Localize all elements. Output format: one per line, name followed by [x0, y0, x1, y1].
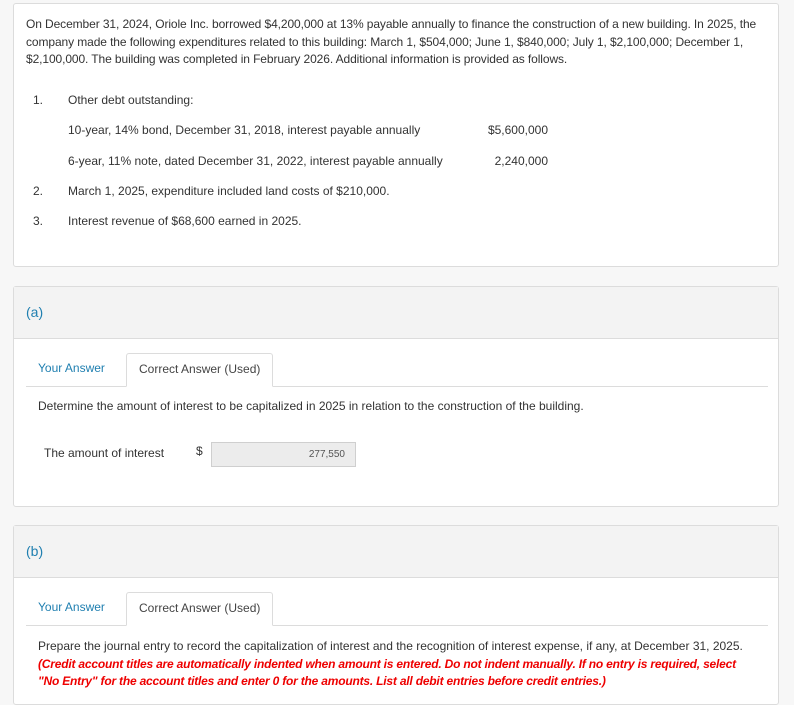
tab-your-answer[interactable]: Your Answer	[26, 353, 117, 386]
part-a-question: Determine the amount of interest to be c…	[38, 399, 584, 413]
tab-correct-answer[interactable]: Correct Answer (Used)	[126, 592, 274, 626]
item-text: Other debt outstanding:	[68, 93, 194, 107]
tab-your-answer[interactable]: Your Answer	[26, 592, 117, 625]
part-b-tabs: Your Answer Correct Answer (Used)	[26, 577, 768, 626]
part-b-header: (b)	[14, 526, 778, 578]
interest-amount-field[interactable]: 277,550	[211, 442, 356, 467]
problem-intro: On December 31, 2024, Oriole Inc. borrow…	[26, 17, 757, 66]
part-b-question-text: Prepare the journal entry to record the …	[38, 639, 743, 653]
interest-label: The amount of interest	[44, 446, 165, 460]
part-a-label: (a)	[26, 304, 44, 320]
debt-amount: $5,600,000	[487, 123, 548, 137]
debt-amount: 2,240,000	[494, 154, 548, 168]
part-a-card: (a) Your Answer Correct Answer (Used) De…	[13, 286, 779, 507]
debt-description: 10-year, 14% bond, December 31, 2018, in…	[68, 123, 421, 137]
item-text: Interest revenue of $68,600 earned in 20…	[68, 214, 302, 228]
item-number: 1.	[33, 93, 44, 107]
part-a-tabs: Your Answer Correct Answer (Used)	[26, 338, 768, 387]
debt-description: 6-year, 11% note, dated December 31, 202…	[68, 154, 443, 168]
item-number: 2.	[33, 184, 44, 198]
part-b-card: (b) Your Answer Correct Answer (Used) Pr…	[13, 525, 779, 705]
part-a-header: (a)	[14, 287, 778, 339]
part-b-question: Prepare the journal entry to record the …	[38, 638, 758, 691]
currency-symbol: $	[196, 444, 203, 458]
problem-card: On December 31, 2024, Oriole Inc. borrow…	[13, 3, 779, 267]
item-text: March 1, 2025, expenditure included land…	[68, 184, 390, 198]
tab-correct-answer[interactable]: Correct Answer (Used)	[126, 353, 274, 387]
part-b-label: (b)	[26, 543, 44, 559]
item-number: 3.	[33, 214, 44, 228]
part-b-instruction: (Credit account titles are automatically…	[38, 656, 736, 689]
